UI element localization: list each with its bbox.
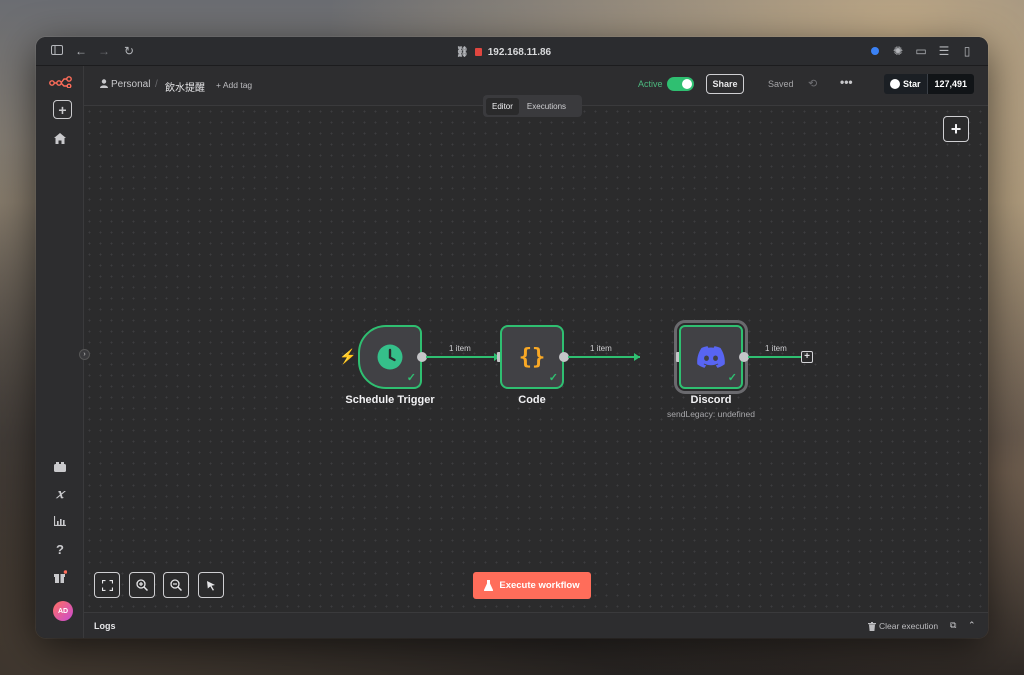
zoom-out-button[interactable]: [163, 572, 189, 598]
fit-view-icon: [101, 579, 113, 591]
connection-line[interactable]: [426, 356, 500, 358]
popout-icon[interactable]: ⧉: [950, 620, 956, 631]
tab-executions[interactable]: Executions: [521, 98, 572, 115]
flask-icon: [484, 580, 494, 591]
expand-sidebar-chevron-icon[interactable]: ›: [79, 349, 90, 360]
split-view-icon[interactable]: ▯: [960, 44, 974, 58]
extension-blue-icon[interactable]: [868, 44, 882, 58]
add-next-node-button[interactable]: +: [801, 351, 813, 363]
logs-title: Logs: [94, 621, 116, 631]
execute-workflow-button[interactable]: Execute workflow: [473, 572, 591, 599]
node-schedule-trigger[interactable]: ✓: [358, 325, 422, 389]
insights-icon[interactable]: [50, 511, 70, 531]
chevron-up-icon[interactable]: ⌃: [968, 620, 976, 631]
templates-icon[interactable]: [50, 457, 70, 477]
add-icon[interactable]: +: [53, 100, 72, 119]
github-star-button[interactable]: Star 127,491: [884, 74, 975, 94]
main-sidebar: + 𝑥 ? AD: [36, 66, 84, 638]
toggle-knob: [682, 79, 692, 89]
clear-execution-button[interactable]: Clear execution: [868, 621, 938, 631]
code-braces-icon: {}: [518, 344, 546, 370]
extension-settings-icon[interactable]: ✺: [891, 44, 905, 58]
active-label: Active: [638, 79, 663, 89]
workflow-name[interactable]: 飲水提醒: [165, 79, 205, 94]
zoom-in-button[interactable]: [129, 572, 155, 598]
connection-line[interactable]: [568, 356, 640, 358]
chat-icon[interactable]: ▭: [914, 44, 928, 58]
lock-icon: [474, 48, 482, 56]
user-icon: [100, 79, 108, 91]
trigger-bolt-icon: ⚡: [339, 348, 357, 364]
share-button[interactable]: Share: [706, 74, 744, 94]
add-node-button[interactable]: +: [943, 116, 969, 142]
breadcrumb-separator: /: [155, 79, 158, 90]
help-icon[interactable]: ?: [50, 539, 70, 559]
node-label-schedule-trigger: Schedule Trigger: [345, 394, 435, 406]
edge-item-count: 1 item: [765, 344, 787, 353]
clear-execution-label: Clear execution: [879, 621, 939, 631]
n8n-logo-icon[interactable]: [49, 72, 73, 92]
github-star-count: 127,491: [927, 74, 975, 94]
view-tabs: Editor Executions: [483, 95, 582, 117]
node-code[interactable]: {} ✓: [500, 325, 564, 389]
workflow-canvas[interactable]: + › ⚡ ✓ Schedule Trigger 1 item {} ✓ Cod…: [79, 106, 988, 612]
connection-line[interactable]: [748, 356, 802, 358]
zoom-out-icon: [170, 579, 182, 591]
url-text: 192.168.11.86: [487, 46, 552, 58]
execute-workflow-label: Execute workflow: [499, 580, 580, 591]
github-star-part: Star: [884, 74, 928, 94]
reader-icon[interactable]: ☰: [937, 44, 951, 58]
success-check-icon: ✓: [548, 372, 558, 384]
history-icon[interactable]: ⟲: [808, 77, 817, 90]
sidebar-toggle-icon[interactable]: [50, 44, 64, 58]
tidy-up-icon: [207, 581, 215, 591]
logs-panel-bar[interactable]: Logs Clear execution ⧉ ⌃: [84, 612, 988, 638]
success-check-icon: ✓: [727, 372, 737, 384]
zoom-in-icon: [136, 579, 148, 591]
node-discord[interactable]: ✓: [679, 325, 743, 389]
n8n-app: + 𝑥 ? AD Personal / 飲水提醒 + Add tag Activ…: [36, 66, 988, 638]
edge-item-count: 1 item: [449, 344, 471, 353]
reload-icon[interactable]: ↻: [122, 44, 136, 58]
node-label-discord: Discord: [690, 394, 732, 406]
success-check-icon: ✓: [406, 372, 416, 384]
home-icon[interactable]: [50, 128, 70, 148]
clock-icon: [377, 344, 403, 370]
tab-editor[interactable]: Editor: [486, 97, 519, 115]
tidy-up-button[interactable]: [198, 572, 224, 598]
trash-icon: [868, 621, 876, 631]
edge-item-count: 1 item: [590, 344, 612, 353]
fit-view-button[interactable]: [94, 572, 120, 598]
address-bar[interactable]: ⛓ 192.168.11.86: [456, 45, 551, 59]
add-tag-button[interactable]: + Add tag: [216, 80, 252, 90]
discord-icon: [697, 346, 725, 368]
saved-status: Saved: [768, 79, 794, 89]
connection-arrow-icon: [634, 353, 640, 361]
link-icon: ⛓: [456, 46, 469, 58]
github-icon: [890, 79, 900, 89]
variables-icon[interactable]: 𝑥: [50, 484, 70, 504]
github-star-label: Star: [903, 79, 921, 89]
active-toggle[interactable]: [667, 77, 694, 91]
node-subtitle-discord: sendLegacy: undefined: [667, 409, 755, 419]
browser-window: ← → ↻ ⛓ 192.168.11.86 ✺ ▭ ☰ ▯ + 𝑥 ? AD P…: [36, 37, 988, 638]
user-avatar[interactable]: AD: [53, 601, 73, 621]
browser-toolbar: ← → ↻ ⛓ 192.168.11.86 ✺ ▭ ☰ ▯: [36, 37, 988, 66]
more-options-button[interactable]: •••: [840, 75, 853, 89]
node-label-code: Code: [518, 394, 546, 406]
forward-arrow-icon[interactable]: →: [97, 44, 111, 58]
gift-icon[interactable]: [50, 566, 70, 586]
breadcrumb-project[interactable]: Personal: [111, 79, 150, 90]
back-arrow-icon[interactable]: ←: [74, 44, 88, 58]
